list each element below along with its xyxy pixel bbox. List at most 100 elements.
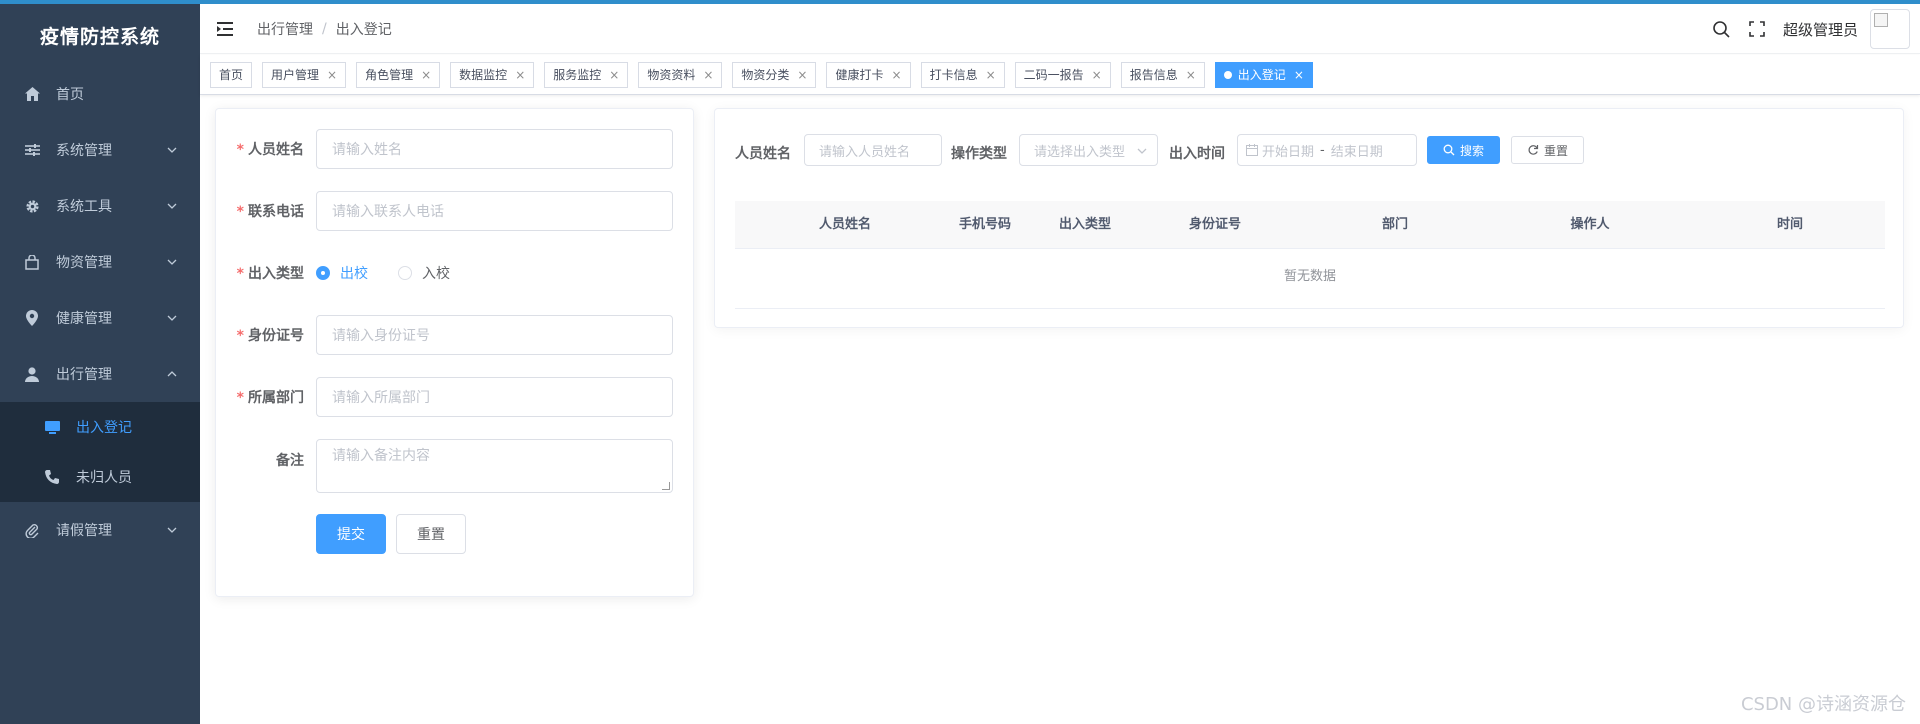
sidebar-item-label: 出行管理	[56, 367, 112, 383]
home-icon	[24, 86, 40, 102]
tag-label: 角色管理	[365, 67, 414, 82]
tag-label: 出入登记	[1237, 67, 1286, 82]
fullscreen-icon[interactable]	[1747, 19, 1767, 39]
column-header[interactable]: 手机号码	[935, 201, 1035, 249]
bag-icon	[24, 254, 40, 270]
tag-label: 数据监控	[459, 67, 508, 82]
tag-item[interactable]: 物资分类 ×	[732, 61, 817, 88]
form-label-phone: * 联系电话	[236, 204, 304, 220]
query-label-time: 出入时间	[1169, 146, 1225, 162]
close-icon[interactable]: ×	[609, 63, 619, 87]
tag-label: 服务监控	[553, 67, 602, 82]
active-dot-icon	[1223, 70, 1232, 79]
chevron-down-icon	[166, 200, 178, 212]
breadcrumb-item[interactable]: 出行管理	[257, 19, 313, 39]
avatar[interactable]	[1870, 9, 1910, 49]
column-header[interactable]: 时间	[1710, 201, 1870, 249]
close-icon[interactable]: ×	[421, 63, 431, 87]
tag-item[interactable]: 首页	[210, 61, 253, 88]
tag-label: 物资资料	[647, 67, 696, 82]
breadcrumb: 出行管理 / 出入登记	[257, 19, 392, 39]
tag-label: 健康打卡	[835, 67, 884, 82]
navbar: 出行管理 / 出入登记 超级管理员	[200, 4, 1920, 54]
tag-item[interactable]: 用户管理 ×	[262, 61, 347, 88]
tag-item[interactable]: 物资资料 ×	[638, 61, 723, 88]
query-reset-button[interactable]: 重置	[1511, 136, 1585, 164]
query-label-name: 人员姓名	[735, 146, 791, 162]
sidebar-item-label: 健康管理	[56, 311, 112, 327]
sidebar-item-tools[interactable]: 系统工具	[0, 178, 200, 234]
close-icon[interactable]: ×	[1294, 63, 1304, 87]
close-icon[interactable]: ×	[327, 63, 337, 87]
column-header[interactable]: 出入类型	[1035, 201, 1135, 249]
reset-button[interactable]: 重置	[396, 514, 466, 554]
sidebar-subitem-not-returned[interactable]: 未归人员	[0, 452, 200, 502]
tag-label: 用户管理	[271, 67, 320, 82]
breadcrumb-separator: /	[322, 20, 327, 37]
form-label-idcard: * 身份证号	[236, 328, 304, 344]
column-header[interactable]: 操作人	[1510, 201, 1670, 249]
column-header[interactable]: 身份证号	[1145, 201, 1285, 249]
name-input[interactable]: 请输入姓名	[316, 129, 673, 169]
search-icon[interactable]	[1711, 19, 1731, 39]
tag-item[interactable]: 报告信息 ×	[1120, 61, 1205, 88]
query-date-range[interactable]: 开始日期 - 结束日期	[1237, 134, 1417, 166]
close-icon[interactable]: ×	[1092, 63, 1102, 87]
column-header[interactable]: 人员姓名	[765, 201, 925, 249]
sidebar-item-health[interactable]: 健康管理	[0, 290, 200, 346]
sidebar-item-travel[interactable]: 出行管理	[0, 346, 200, 402]
column-header[interactable]: 部门	[1315, 201, 1475, 249]
phone-input[interactable]: 请输入联系人电话	[316, 191, 673, 231]
tag-item[interactable]: 二码一报告 ×	[1014, 61, 1111, 88]
close-icon[interactable]: ×	[892, 63, 902, 87]
resize-handle-icon[interactable]	[662, 482, 670, 490]
query-name-input[interactable]: 请输入人员姓名	[804, 134, 942, 166]
remark-placeholder: 请输入备注内容	[332, 448, 430, 464]
tag-label: 报告信息	[1129, 67, 1178, 82]
tag-item[interactable]: 打卡信息 ×	[920, 61, 1005, 88]
dept-input[interactable]: 请输入所属部门	[316, 377, 673, 417]
close-icon[interactable]: ×	[515, 63, 525, 87]
start-date-input[interactable]: 开始日期	[1262, 141, 1314, 160]
tag-item[interactable]: 数据监控 ×	[450, 61, 535, 88]
search-button-label: 搜索	[1460, 143, 1485, 158]
tag-label: 打卡信息	[929, 67, 978, 82]
app-logo-title[interactable]: 疫情防控系统	[0, 4, 200, 66]
sidebar-item-home[interactable]: 首页	[0, 66, 200, 122]
username[interactable]: 超级管理员	[1783, 19, 1858, 40]
close-icon[interactable]: ×	[797, 63, 807, 87]
reset-button-label: 重置	[1544, 143, 1569, 158]
query-type-select[interactable]: 请选择出入类型	[1019, 134, 1158, 166]
idcard-input[interactable]: 请输入身份证号	[316, 315, 673, 355]
tag-item[interactable]: 出入登记 ×	[1214, 61, 1313, 88]
end-date-input[interactable]: 结束日期	[1331, 141, 1383, 160]
sidebar-subitem-checkin[interactable]: 出入登记	[0, 402, 200, 452]
sidebar-item-label: 系统管理	[56, 143, 112, 159]
sidebar-item-system[interactable]: 系统管理	[0, 122, 200, 178]
close-icon[interactable]: ×	[1186, 63, 1196, 87]
hamburger-menu-icon[interactable]	[215, 18, 237, 40]
submit-button[interactable]: 提交	[316, 514, 386, 554]
table-empty-text: 暂无数据	[735, 249, 1885, 309]
chevron-down-icon	[166, 144, 178, 156]
tag-item[interactable]: 角色管理 ×	[356, 61, 441, 88]
search-button[interactable]: 搜索	[1427, 136, 1501, 164]
sidebar-item-materials[interactable]: 物资管理	[0, 234, 200, 290]
paperclip-icon	[24, 522, 40, 538]
broken-image-icon	[1874, 13, 1888, 27]
radio-leave-school[interactable]: 出校	[316, 263, 368, 283]
sliders-icon	[24, 142, 40, 158]
close-icon[interactable]: ×	[986, 63, 996, 87]
tag-item[interactable]: 服务监控 ×	[544, 61, 629, 88]
sidebar-item-leave[interactable]: 请假管理	[0, 502, 200, 558]
chevron-down-icon	[1136, 145, 1148, 161]
remark-textarea[interactable]: 请输入备注内容	[316, 439, 673, 493]
form-row-type: * 出入类型 出校 入校	[216, 253, 693, 293]
radio-enter-school[interactable]: 入校	[398, 263, 450, 283]
sidebar-subitem-label: 出入登记	[76, 420, 132, 436]
search-icon	[1443, 144, 1455, 156]
form-row-idcard: * 身份证号 请输入身份证号	[216, 315, 693, 355]
tag-item[interactable]: 健康打卡 ×	[826, 61, 911, 88]
close-icon[interactable]: ×	[703, 63, 713, 87]
sidebar-item-label: 物资管理	[56, 255, 112, 271]
